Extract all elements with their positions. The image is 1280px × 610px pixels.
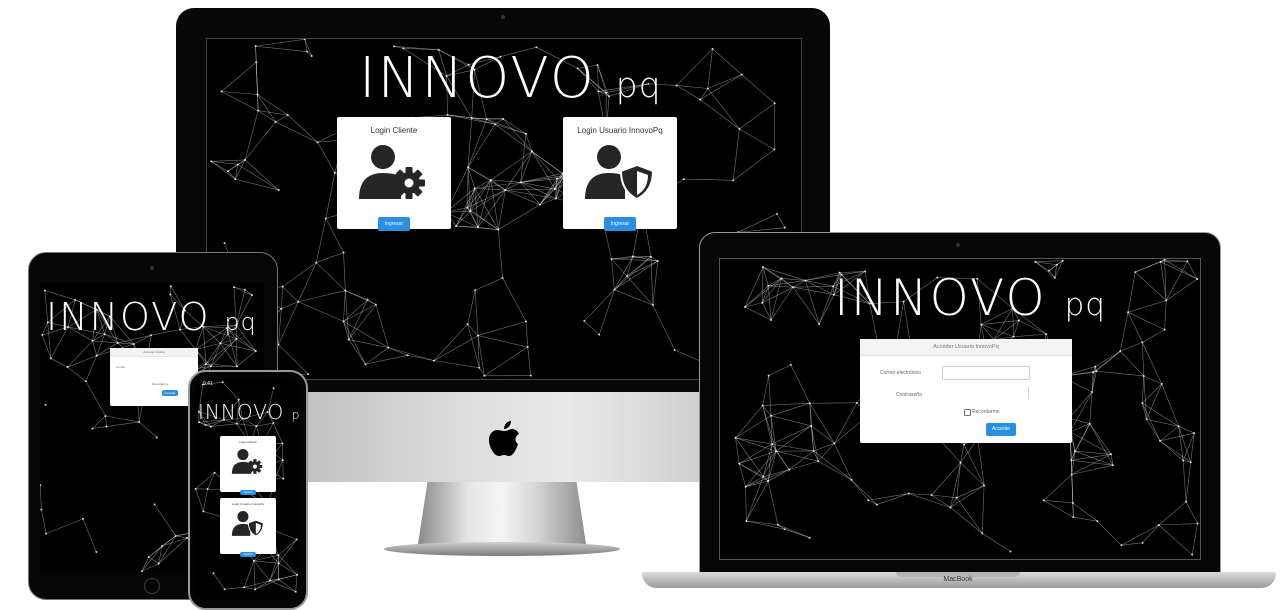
password-label: Contraseña xyxy=(896,392,922,398)
email-input[interactable] xyxy=(942,366,1030,380)
phone-login-cliente-card: Login Cliente Ingresar xyxy=(220,436,276,495)
tablet-home-button[interactable] xyxy=(144,578,160,594)
login-cliente-title: Login Cliente xyxy=(370,126,418,135)
laptop-login-header: Acceder Usuario InnovoPq xyxy=(860,339,1072,356)
phone-logo: INNOVO pq xyxy=(198,400,300,424)
laptop-camera xyxy=(956,243,960,247)
password-input[interactable] xyxy=(1028,387,1029,399)
email-label: Correo electrónico xyxy=(880,370,921,376)
tablet-remember-label: Recordarme xyxy=(152,382,169,386)
laptop-logo: INNOVO pq xyxy=(834,269,1106,327)
acceder-button[interactable]: Acceder xyxy=(986,423,1016,436)
tablet-email-label: Correo xyxy=(116,365,126,369)
macbook-label: MacBook xyxy=(943,576,973,583)
login-usuario-card: Login Usuario InnovoPq Ingresar xyxy=(563,117,677,231)
laptop-screen: INNOVO pq Acceder Usuario InnovoPq Corre… xyxy=(719,258,1201,560)
login-cliente-button[interactable]: Ingresar xyxy=(377,217,411,231)
phone-login-usuario-card: Login Usuario InnovoPq Ingresar xyxy=(220,498,276,557)
laptop-login-card: Acceder Usuario InnovoPq Correo electrón… xyxy=(860,339,1072,443)
phone-screen: 9:41 INNOVO pq Login Cliente Ingresar Lo… xyxy=(194,378,300,600)
imac-logo: INNOVO pq xyxy=(359,46,662,111)
phone-status-time: 9:41 xyxy=(203,381,213,387)
apple-logo-icon xyxy=(489,421,519,456)
imac-camera xyxy=(501,15,505,19)
login-usuario-title: Login Usuario InnovoPq xyxy=(577,126,663,135)
tablet-logo: INNOVO pq xyxy=(46,295,257,339)
tablet-acceder-button[interactable]: Acceder xyxy=(162,390,178,396)
tablet-camera xyxy=(150,266,154,270)
tablet-login-header: Acceder Cliente xyxy=(110,348,198,357)
tablet-login-card: Acceder Cliente Correo Recordarme Accede… xyxy=(110,348,198,406)
phone-login-cliente-title: Login Cliente xyxy=(239,440,257,444)
phone-login-usuario-button[interactable]: Ingresar xyxy=(240,552,256,557)
imac-stand-neck xyxy=(418,478,586,544)
phone-user-shield-icon xyxy=(231,511,264,537)
remember-label: Recordarme xyxy=(972,409,1000,415)
imac-stand-base xyxy=(384,542,620,556)
phone-login-cliente-button[interactable]: Ingresar xyxy=(240,490,256,495)
phone-login-usuario-title: Login Usuario InnovoPq xyxy=(231,502,265,506)
phone-user-gear-icon xyxy=(231,449,263,474)
user-gear-icon xyxy=(359,145,425,199)
phone-notch xyxy=(226,378,268,386)
login-cliente-card: Login Cliente Ingresar xyxy=(337,117,451,231)
login-usuario-button[interactable]: Ingresar xyxy=(603,217,637,231)
remember-checkbox[interactable] xyxy=(964,409,971,416)
user-shield-icon xyxy=(585,145,655,201)
